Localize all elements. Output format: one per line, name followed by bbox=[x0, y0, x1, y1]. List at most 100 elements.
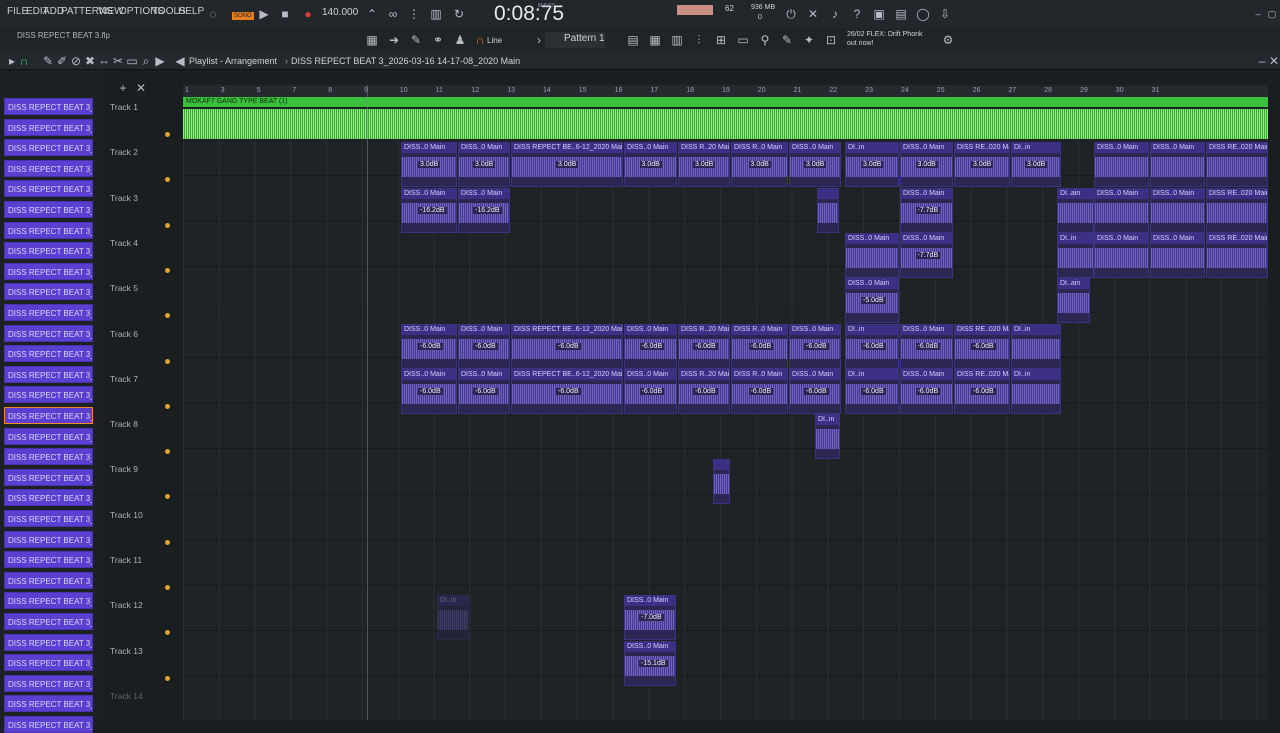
download-icon[interactable]: ⇩ bbox=[937, 6, 953, 22]
audio-clip[interactable]: DISS..0 Main -5.0dB bbox=[845, 278, 899, 324]
plugin-icon[interactable]: ▤ bbox=[893, 6, 909, 22]
audio-clip[interactable]: DI..in bbox=[1011, 368, 1061, 414]
pattern-item[interactable]: DISS REPECT BEAT 3_2026 bbox=[4, 448, 93, 466]
arrow-icon[interactable]: ➜ bbox=[386, 32, 402, 48]
pattern-item[interactable]: DISS REPECT BEAT 3_2026 bbox=[4, 118, 93, 136]
audio-clip[interactable]: DISS R..20 Main 3.0dB bbox=[678, 142, 730, 188]
audio-clip[interactable]: DISS..0 Main -16.2dB bbox=[458, 187, 510, 233]
audio-clip[interactable]: DI..in -6.0dB bbox=[845, 368, 899, 414]
mixer-icon[interactable]: ⫶ bbox=[691, 32, 707, 48]
pattern-item[interactable]: DISS REPECT BEAT 3_2026 bbox=[4, 180, 93, 198]
audio-clip[interactable]: DISS R..20 Main -6.0dB bbox=[678, 323, 730, 369]
piano-roll-icon[interactable]: ▥ bbox=[669, 32, 685, 48]
audio-clip[interactable]: DISS..0 Main -6.0dB bbox=[789, 323, 841, 369]
audio-clip[interactable]: DISS R..0 Main 3.0dB bbox=[731, 142, 788, 188]
track-active-dot[interactable] bbox=[165, 585, 170, 590]
audio-clip[interactable]: DISS RE..020 Main bbox=[1206, 232, 1268, 278]
pattern-item[interactable]: DISS REPECT BEAT 3_2026 bbox=[4, 386, 93, 404]
audio-clip[interactable]: DISS..0 Main bbox=[845, 232, 899, 278]
help-icon[interactable]: ? bbox=[849, 6, 865, 22]
loop-record-icon[interactable]: ↻ bbox=[451, 6, 467, 22]
metronome-icon[interactable]: ⌃ bbox=[364, 6, 380, 22]
pattern-item[interactable]: DISS REPECT BEAT 3_2026 bbox=[4, 304, 93, 321]
track-name[interactable]: Track 9 bbox=[110, 464, 138, 474]
link-icon[interactable]: ⚭ bbox=[430, 32, 446, 48]
audio-clip[interactable]: DI..in bbox=[1057, 232, 1094, 278]
track-active-dot[interactable] bbox=[165, 358, 170, 364]
track-name[interactable]: Track 6 bbox=[110, 329, 138, 339]
pattern-select[interactable]: Pattern 1 bbox=[564, 33, 605, 44]
track-name[interactable]: Track 11 bbox=[110, 555, 142, 565]
audio-clip[interactable]: DISS..0 Main 3.0dB bbox=[900, 142, 953, 188]
pattern-item[interactable]: DISS REPECT BEAT 3_2026 bbox=[4, 716, 93, 733]
audio-clip[interactable]: DISS..0 Main 3.0dB bbox=[458, 142, 510, 188]
save-icon[interactable]: ▣ bbox=[871, 6, 887, 22]
audio-clip[interactable]: DISS..0 Main -6.0dB bbox=[624, 368, 677, 414]
piano-icon[interactable]: ▦ bbox=[364, 32, 380, 48]
track-name[interactable]: Track 10 bbox=[110, 510, 143, 520]
close-icon[interactable]: ✕ bbox=[133, 80, 149, 96]
track-active-dot[interactable] bbox=[165, 539, 170, 545]
audio-clip[interactable]: DI..ain bbox=[1057, 278, 1090, 324]
audio-clip[interactable]: DI..in 3.0dB bbox=[1011, 142, 1061, 188]
gear-icon[interactable]: ⚙ bbox=[940, 32, 956, 48]
audio-clip[interactable]: DISS..0 Main -6.0dB bbox=[401, 323, 457, 369]
stop-icon[interactable]: ■ bbox=[277, 6, 293, 22]
audio-clip[interactable]: DISS..0 Main -7.7dB bbox=[900, 187, 953, 233]
stamp-icon[interactable]: ♟ bbox=[452, 32, 468, 48]
song-mode-button[interactable]: SONG bbox=[232, 12, 254, 20]
audio-clip[interactable]: DISS..0 Main -6.0dB bbox=[900, 368, 953, 414]
audio-clip[interactable]: DI..in bbox=[815, 414, 840, 460]
audio-clip[interactable]: DISS..0 Main -6.0dB bbox=[789, 368, 841, 414]
audio-clip[interactable]: DISS..0 Main 3.0dB bbox=[401, 142, 457, 188]
countdown-icon[interactable]: ⋮ bbox=[406, 6, 422, 22]
window-max-icon[interactable]: ▢ bbox=[1264, 6, 1280, 22]
track-active-dot[interactable] bbox=[165, 222, 170, 228]
playlist-icon[interactable]: ▤ bbox=[625, 32, 641, 48]
audio-clip[interactable]: DISS..0 Main -6.0dB bbox=[401, 368, 457, 414]
pattern-item[interactable]: DISS REPECT BEAT 3_2026 bbox=[4, 345, 93, 363]
audio-clip[interactable]: DISS REPECT BE..6-12_2020 Main -6.0dB bbox=[511, 323, 623, 369]
audio-clip[interactable]: DISS..0 Main 3.0dB bbox=[624, 142, 677, 188]
cart-icon[interactable]: ⊡ bbox=[823, 32, 839, 48]
audio-clip[interactable]: DISS RE..020 Main 3.0dB bbox=[954, 142, 1010, 188]
pattern-item[interactable]: DISS REPECT BEAT 3_2026 bbox=[4, 592, 93, 610]
pattern-item[interactable]: DISS REPECT BEAT 3_2026 bbox=[4, 98, 93, 115]
track-name[interactable]: Track 13 bbox=[110, 646, 143, 656]
browser-icon[interactable]: ⊞ bbox=[713, 32, 729, 48]
audio-clip[interactable]: DISS..0 Main bbox=[1094, 232, 1149, 278]
pin-icon[interactable]: ⚲ bbox=[757, 32, 773, 48]
track-name[interactable]: Track 1 bbox=[110, 102, 138, 112]
pattern-item[interactable]: DISS REPECT BEAT 3_2026 bbox=[4, 365, 93, 383]
channel-rack-icon[interactable]: ▦ bbox=[647, 32, 663, 48]
audio-clip[interactable]: DI..in bbox=[437, 595, 469, 641]
step-edit-icon[interactable]: ▥ bbox=[428, 6, 444, 22]
pattern-item[interactable]: DISS REPECT BEAT 3_2026 bbox=[4, 139, 93, 157]
add-icon[interactable]: + bbox=[115, 80, 131, 96]
playback-tool-icon[interactable]: ▶ bbox=[152, 53, 168, 69]
pattern-item[interactable]: DISS REPECT BEAT 3_2026 bbox=[4, 695, 93, 713]
audio-clip[interactable] bbox=[817, 187, 839, 233]
close-icon[interactable]: ✕ bbox=[1266, 53, 1280, 69]
track-active-dot[interactable] bbox=[165, 630, 170, 636]
track-name[interactable]: Track 7 bbox=[110, 374, 138, 384]
track-name[interactable]: Track 4 bbox=[110, 238, 138, 248]
chat-icon[interactable]: ◯ bbox=[915, 6, 931, 22]
brush-tool-icon[interactable]: ✎ bbox=[779, 32, 795, 48]
tempo-display[interactable]: 140.000 bbox=[322, 7, 358, 18]
track-name[interactable]: Track 12 bbox=[110, 600, 143, 610]
pattern-item[interactable]: DISS REPECT BEAT 3_2026 bbox=[4, 468, 93, 486]
audio-clip[interactable]: DISS..0 Main bbox=[1094, 187, 1149, 233]
track-active-dot[interactable] bbox=[165, 177, 170, 183]
audio-clip[interactable] bbox=[713, 459, 730, 505]
track-active-dot[interactable] bbox=[165, 403, 170, 409]
brush-icon[interactable]: ✎ bbox=[408, 32, 424, 48]
pattern-item[interactable]: DISS REPECT BEAT 3_2026 bbox=[4, 407, 93, 424]
pattern-item[interactable]: DISS REPECT BEAT 3_2026 bbox=[4, 571, 93, 589]
audio-clip[interactable]: DISS REPECT BE..6-12_2020 Main -6.0dB bbox=[511, 368, 623, 414]
audio-clip[interactable]: DISS RE..020 Main bbox=[1206, 187, 1268, 233]
pattern-item[interactable]: DISS REPECT BEAT 3_2026 bbox=[4, 159, 93, 177]
track-active-dot[interactable] bbox=[165, 267, 170, 273]
track-active-dot[interactable] bbox=[165, 132, 170, 137]
audio-clip[interactable]: DI..ain bbox=[1057, 187, 1094, 233]
